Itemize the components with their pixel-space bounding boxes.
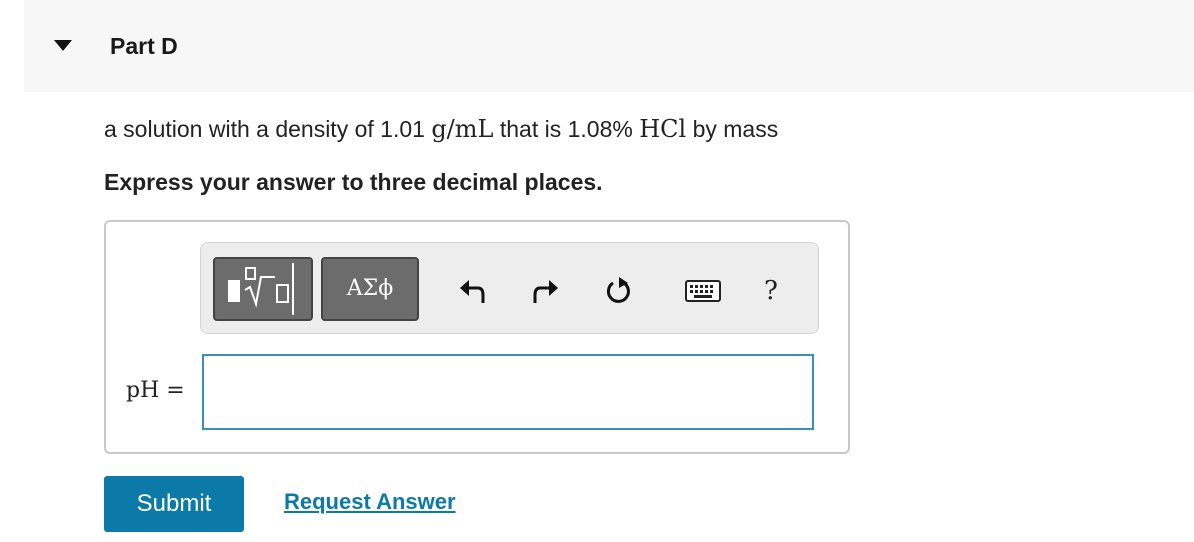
help-button[interactable]: ? bbox=[751, 271, 791, 311]
part-title: Part D bbox=[110, 33, 178, 59]
question-middle: that is 1.08% bbox=[499, 116, 633, 142]
radical-template-icon bbox=[228, 263, 294, 315]
question-prefix: a solution with a density of 1.01 bbox=[104, 116, 425, 142]
submit-button[interactable]: Submit bbox=[104, 476, 244, 532]
question-suffix: by mass bbox=[692, 116, 779, 142]
redo-button[interactable] bbox=[525, 271, 565, 311]
math-toolbar: ΑΣϕ ? bbox=[200, 242, 819, 334]
density-unit: g/mL bbox=[431, 115, 494, 143]
reset-icon bbox=[606, 277, 630, 303]
keyboard-button[interactable] bbox=[683, 271, 723, 311]
undo-icon bbox=[460, 280, 485, 303]
compound-formula: HCl bbox=[639, 115, 687, 143]
reset-button[interactable] bbox=[599, 271, 639, 311]
template-button[interactable] bbox=[213, 257, 313, 321]
part-header[interactable]: Part D bbox=[24, 0, 1194, 92]
request-answer-link[interactable]: Request Answer bbox=[284, 489, 456, 515]
undo-button[interactable] bbox=[453, 271, 493, 311]
answer-input[interactable] bbox=[202, 354, 814, 430]
greek-symbols-button[interactable]: ΑΣϕ bbox=[321, 257, 419, 321]
triangle-down-icon[interactable] bbox=[54, 40, 72, 51]
keyboard-icon bbox=[685, 280, 721, 302]
question-text: a solution with a density of 1.01 g/mL t… bbox=[104, 115, 778, 143]
redo-icon bbox=[533, 280, 558, 303]
answer-label: pH = bbox=[126, 378, 185, 403]
instruction-text: Express your answer to three decimal pla… bbox=[104, 169, 603, 195]
